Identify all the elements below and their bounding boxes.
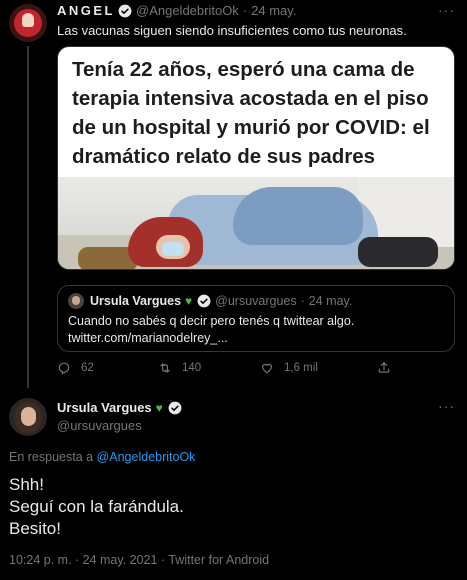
quoted-text-line: Cuando no sabés q decir pero tenés q twi… bbox=[68, 314, 355, 328]
quoted-tweet-date: 24 may. bbox=[308, 294, 353, 308]
quoted-link[interactable]: twitter.com/marianodelrey_... bbox=[68, 330, 354, 347]
retweet-button[interactable]: 140 bbox=[158, 361, 201, 375]
green-heart-icon: ♥ bbox=[155, 400, 163, 415]
media-headline: Tenía 22 años, esperó una cama de terapi… bbox=[72, 58, 430, 168]
main-text-line: Besito! bbox=[9, 519, 61, 538]
separator-dot: · bbox=[242, 3, 248, 18]
reply-icon bbox=[58, 362, 70, 375]
avatar-angel[interactable] bbox=[9, 4, 47, 42]
main-tweet-header: Ursula Vargues ♥ bbox=[57, 400, 186, 415]
green-heart-icon: ♥ bbox=[185, 294, 193, 308]
more-icon[interactable]: ··· bbox=[438, 2, 455, 18]
reply-mention-link[interactable]: @AngeldebritoOk bbox=[97, 450, 196, 464]
quoted-tweet-text: Cuando no sabés q decir pero tenés q twi… bbox=[68, 313, 354, 347]
verified-badge-icon bbox=[168, 401, 182, 414]
main-tweet-text: Shh! Seguí con la farándula. Besito! bbox=[9, 474, 184, 540]
quoted-author-handle: @ursuvargues bbox=[215, 294, 297, 308]
quoted-avatar bbox=[68, 293, 84, 309]
tweet-media-image[interactable]: Tenía 22 años, esperó una cama de terapi… bbox=[57, 46, 455, 270]
parent-author-handle[interactable]: @AngeldebritoOk bbox=[136, 3, 239, 18]
verified-badge-icon bbox=[197, 294, 211, 308]
share-icon bbox=[378, 362, 390, 373]
parent-tweet-date[interactable]: 24 may. bbox=[251, 3, 296, 18]
reply-context: En respuesta a @AngeldebritoOk bbox=[9, 450, 195, 464]
tweet-actions: 62 140 1,6 mil bbox=[57, 361, 437, 379]
parent-tweet-text: Las vacunas siguen siendo insuficientes … bbox=[57, 23, 407, 38]
tweet-timestamp[interactable]: 10:24 p. m. · 24 may. 2021 · Twitter for… bbox=[9, 553, 269, 567]
retweet-icon bbox=[160, 363, 170, 373]
parent-author-name[interactable]: ANGEL bbox=[57, 3, 115, 18]
share-button[interactable] bbox=[377, 361, 401, 375]
verified-badge-icon bbox=[118, 4, 132, 17]
more-icon[interactable]: ··· bbox=[438, 398, 455, 414]
like-count: 1,6 mil bbox=[284, 362, 318, 374]
avatar-ursula[interactable] bbox=[9, 398, 47, 436]
reply-button[interactable]: 62 bbox=[57, 361, 94, 375]
like-button[interactable]: 1,6 mil bbox=[260, 361, 318, 375]
media-photo bbox=[58, 177, 454, 269]
retweet-count: 140 bbox=[182, 362, 202, 374]
quoted-tweet[interactable]: Ursula Vargues ♥ @ursuvargues · 24 may. … bbox=[57, 285, 455, 352]
quoted-author-name: Ursula Vargues bbox=[90, 294, 182, 308]
main-author-handle[interactable]: @ursuvargues bbox=[57, 418, 142, 433]
separator-dot: · bbox=[300, 294, 305, 308]
main-text-line: Seguí con la farándula. bbox=[9, 497, 184, 516]
main-text-line: Shh! bbox=[9, 475, 44, 494]
tweet-thread: ANGEL @AngeldebritoOk · 24 may. ··· Las … bbox=[0, 0, 467, 580]
thread-connector bbox=[27, 46, 29, 388]
reply-count: 62 bbox=[81, 362, 94, 374]
main-author-name[interactable]: Ursula Vargues bbox=[57, 400, 152, 415]
parent-tweet-header: ANGEL @AngeldebritoOk · 24 may. bbox=[57, 3, 296, 18]
reply-prefix: En respuesta a bbox=[9, 450, 94, 464]
quoted-tweet-header: Ursula Vargues ♥ @ursuvargues · 24 may. bbox=[68, 293, 352, 309]
like-icon bbox=[262, 363, 272, 374]
